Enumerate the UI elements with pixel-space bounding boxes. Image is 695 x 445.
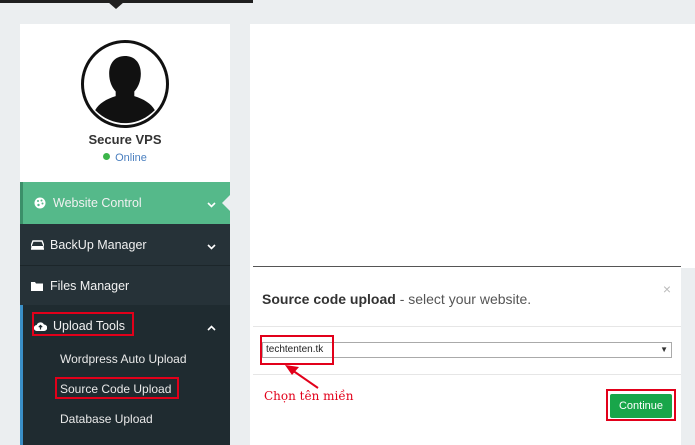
screen: Secure VPS Online Website Control BackUp… [0, 0, 695, 445]
modal-title-rest: - select your website. [395, 291, 532, 307]
caret-down-icon: ▼ [660, 345, 668, 354]
top-bar [0, 0, 253, 3]
sidebar-item-label: Website Control [53, 196, 142, 210]
highlight-continue-button [606, 389, 676, 421]
submenu-item-database-upload[interactable]: Database Upload [60, 412, 153, 426]
sidebar-item-label: BackUp Manager [50, 237, 147, 252]
close-icon[interactable]: × [663, 281, 671, 297]
chevron-up-icon [207, 320, 216, 334]
chevron-down-icon [207, 239, 216, 253]
folder-icon [30, 281, 44, 291]
hdd-icon [30, 239, 44, 250]
active-pointer [222, 195, 230, 211]
modal-title-bold: Source code upload [262, 291, 396, 307]
profile-name: Secure VPS [88, 132, 162, 147]
modal-divider [253, 326, 681, 327]
annotation-hint: Chọn tên miền [264, 389, 354, 403]
modal-title: Source code upload - select your website… [262, 291, 531, 307]
highlight-upload-tools [32, 312, 134, 336]
highlight-website-select [260, 335, 334, 365]
sidebar-item-files-manager[interactable]: Files Manager [20, 265, 230, 306]
content-panel [250, 24, 695, 268]
user-silhouette-icon [81, 40, 169, 128]
avatar-svg [95, 56, 155, 124]
online-dot-icon [103, 153, 111, 160]
sidebar-item-website-control[interactable]: Website Control [20, 182, 230, 224]
submenu-item-wordpress-auto-upload[interactable]: Wordpress Auto Upload [60, 352, 187, 366]
sidebar-item-backup-manager[interactable]: BackUp Manager [20, 224, 230, 265]
profile-card: Secure VPS Online [20, 24, 230, 182]
profile-status-text: Online [115, 152, 147, 164]
top-bar-notch [108, 2, 124, 9]
profile-status: Online [20, 152, 230, 164]
modal-divider [253, 374, 681, 375]
highlight-source-code-upload [55, 377, 179, 399]
palette-icon [33, 197, 47, 209]
chevron-down-icon [207, 197, 216, 211]
sidebar-item-label: Files Manager [50, 278, 130, 293]
